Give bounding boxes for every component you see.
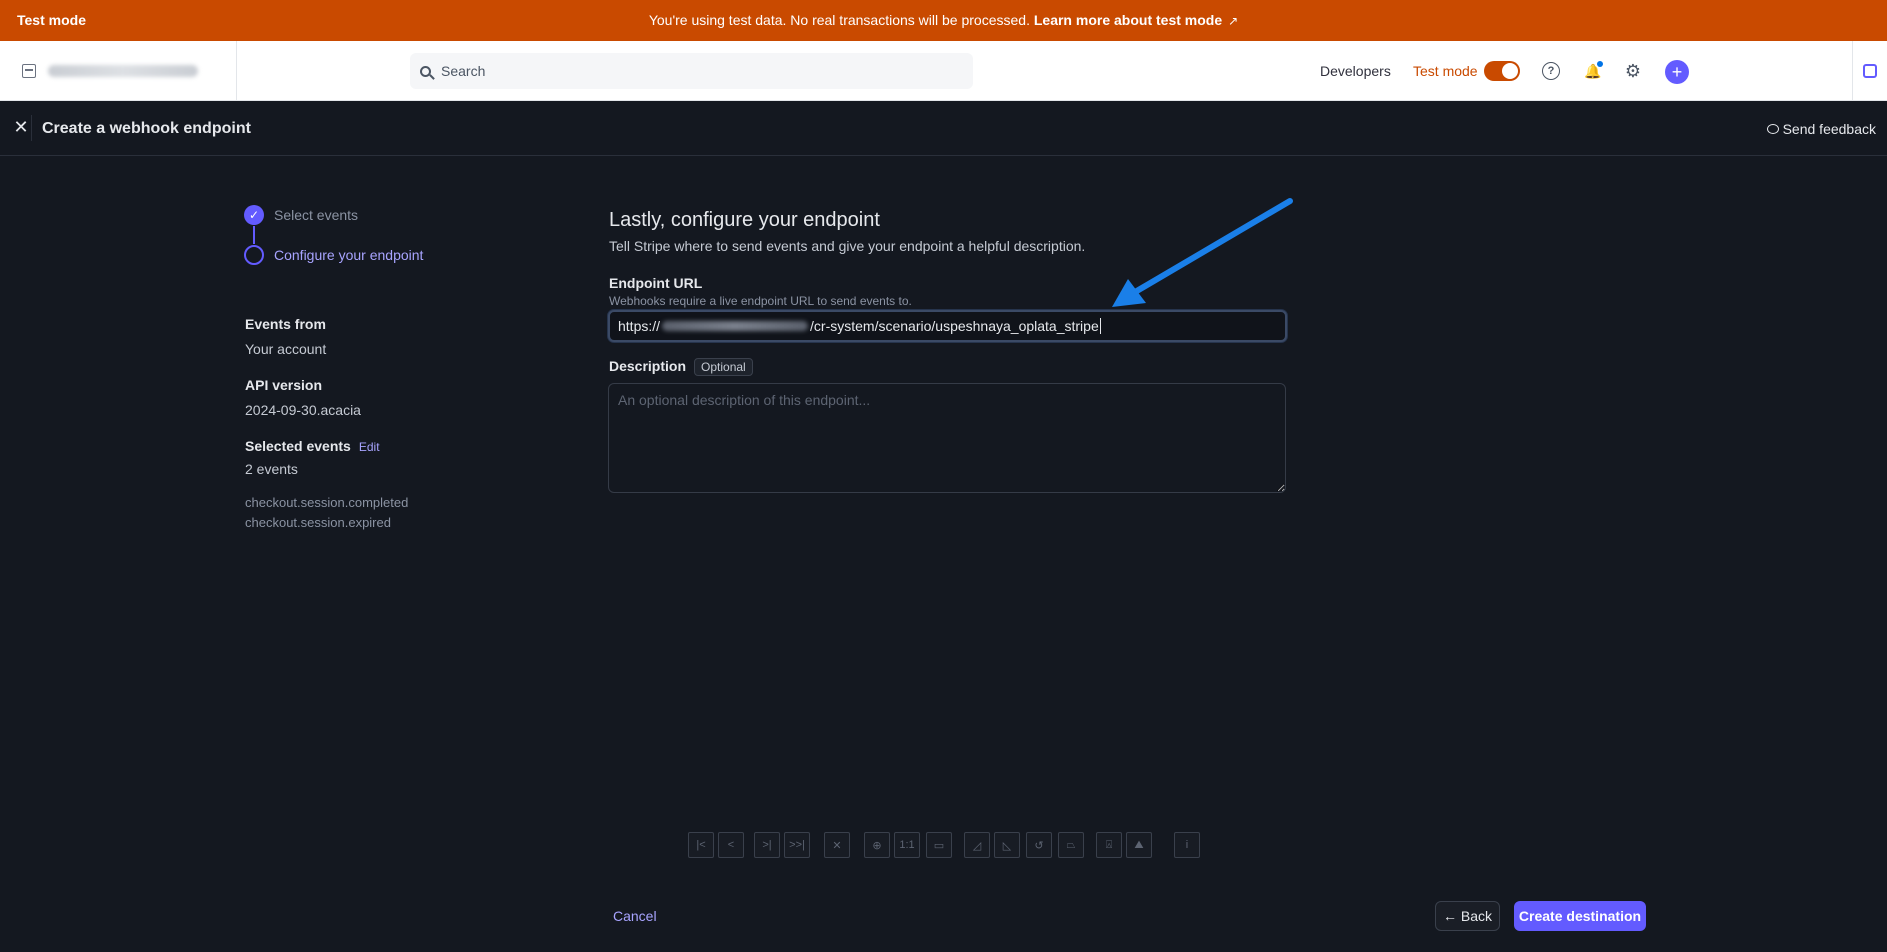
events-from-value: Your account xyxy=(245,341,327,357)
create-destination-button[interactable]: Create destination xyxy=(1514,901,1646,931)
step-connector xyxy=(253,226,255,244)
cancel-button[interactable]: Cancel xyxy=(613,908,657,924)
apps-panel-button[interactable] xyxy=(1852,41,1887,101)
viewer-landscape-icon[interactable]: ⛰ xyxy=(1126,832,1152,858)
event-item: checkout.session.completed xyxy=(245,495,409,510)
api-version-value: 2024-09-30.acacia xyxy=(245,402,361,418)
back-button[interactable]: ← Back xyxy=(1435,901,1500,931)
send-feedback-button[interactable]: Send feedback xyxy=(1766,121,1876,137)
endpoint-url-label: Endpoint URL xyxy=(609,275,703,291)
viewer-pin-icon[interactable]: ⍓ xyxy=(1096,832,1122,858)
apps-grid-icon xyxy=(1863,64,1877,78)
settings-gear-icon[interactable]: ⚙ xyxy=(1622,60,1644,82)
close-icon[interactable]: ✕ xyxy=(11,117,31,137)
optional-badge: Optional xyxy=(694,358,753,376)
banner-text: You're using test data. No real transact… xyxy=(648,12,1034,28)
endpoint-url-hint: Webhooks require a live endpoint URL to … xyxy=(609,294,912,308)
learn-more-link[interactable]: Learn more about test mode xyxy=(1034,12,1222,28)
viewer-histogram-icon[interactable]: ◿ xyxy=(964,832,990,858)
help-icon[interactable]: ? xyxy=(1542,62,1560,80)
search-bar[interactable] xyxy=(410,53,973,89)
section-description: Tell Stripe where to send events and giv… xyxy=(609,238,1086,254)
top-header: Developers Test mode ? 🔔 ⚙ + xyxy=(0,41,1887,101)
step-label: Select events xyxy=(274,207,359,223)
test-mode-banner: Test mode You're using test data. No rea… xyxy=(0,0,1887,41)
notifications-icon[interactable]: 🔔 xyxy=(1582,60,1604,82)
viewer-close-icon[interactable]: ✕ xyxy=(824,832,850,858)
step-configure-endpoint: Configure your endpoint xyxy=(244,245,423,265)
text-caret xyxy=(1099,318,1101,334)
viewer-actual-size-icon[interactable]: 1:1 xyxy=(894,832,920,858)
viewer-first-icon[interactable]: |< xyxy=(688,832,714,858)
test-mode-toggle[interactable] xyxy=(1484,61,1520,81)
search-input[interactable] xyxy=(441,63,941,79)
banner-message: You're using test data. No real transact… xyxy=(0,12,1887,28)
account-switcher[interactable] xyxy=(0,41,237,101)
edit-events-link[interactable]: Edit xyxy=(359,440,380,454)
test-mode-toggle-label: Test mode xyxy=(1413,63,1478,79)
step-label: Configure your endpoint xyxy=(274,247,424,263)
viewer-next-icon[interactable]: >| xyxy=(754,832,780,858)
step-select-events[interactable]: ✓ Select events xyxy=(244,205,358,225)
viewer-zoom-icon[interactable]: ⊕ xyxy=(864,832,890,858)
account-name-redacted xyxy=(48,65,198,77)
viewer-prev-icon[interactable]: < xyxy=(718,832,744,858)
viewer-last-icon[interactable]: >>| xyxy=(784,832,810,858)
search-icon xyxy=(420,65,431,77)
selected-events-label: Selected events xyxy=(245,438,351,454)
url-prefix: https:// xyxy=(618,318,661,334)
checkmark-icon: ✓ xyxy=(244,205,264,225)
external-link-icon: ↗ xyxy=(1228,14,1239,28)
api-version-heading: API version xyxy=(245,377,323,393)
send-feedback-label: Send feedback xyxy=(1782,121,1876,137)
notification-dot xyxy=(1597,61,1603,67)
modal-title-bar: ✕ Create a webhook endpoint Send feedbac… xyxy=(0,101,1887,156)
description-label-text: Description xyxy=(609,358,687,374)
title-separator xyxy=(31,115,32,141)
create-plus-button[interactable]: + xyxy=(1665,60,1689,84)
current-step-icon xyxy=(244,245,264,265)
section-heading: Lastly, configure your endpoint xyxy=(609,209,880,231)
annotation-arrow-icon xyxy=(1112,198,1293,307)
selected-events-count: 2 events xyxy=(245,461,298,477)
chat-bubble-icon xyxy=(1766,124,1779,134)
developers-link[interactable]: Developers xyxy=(1320,41,1391,101)
viewer-histogram-alt-icon[interactable]: ◺ xyxy=(994,832,1020,858)
page-title: Create a webhook endpoint xyxy=(42,120,251,137)
description-label: Description Optional xyxy=(609,358,753,376)
selected-events-heading: Selected events Edit xyxy=(245,438,380,454)
description-textarea[interactable] xyxy=(608,383,1286,493)
viewer-info-icon[interactable]: i xyxy=(1174,832,1200,858)
viewer-fit-icon[interactable]: ▭ xyxy=(926,832,952,858)
event-item: checkout.session.expired xyxy=(245,515,391,530)
viewer-perspective-icon[interactable]: ⏢ xyxy=(1058,832,1084,858)
events-from-heading: Events from xyxy=(245,316,326,332)
store-icon xyxy=(22,64,36,78)
viewer-rotate-icon[interactable]: ↺ xyxy=(1026,832,1052,858)
url-path: /cr-system/scenario/uspeshnaya_oplata_st… xyxy=(810,318,1099,334)
url-host-redacted xyxy=(662,321,809,331)
